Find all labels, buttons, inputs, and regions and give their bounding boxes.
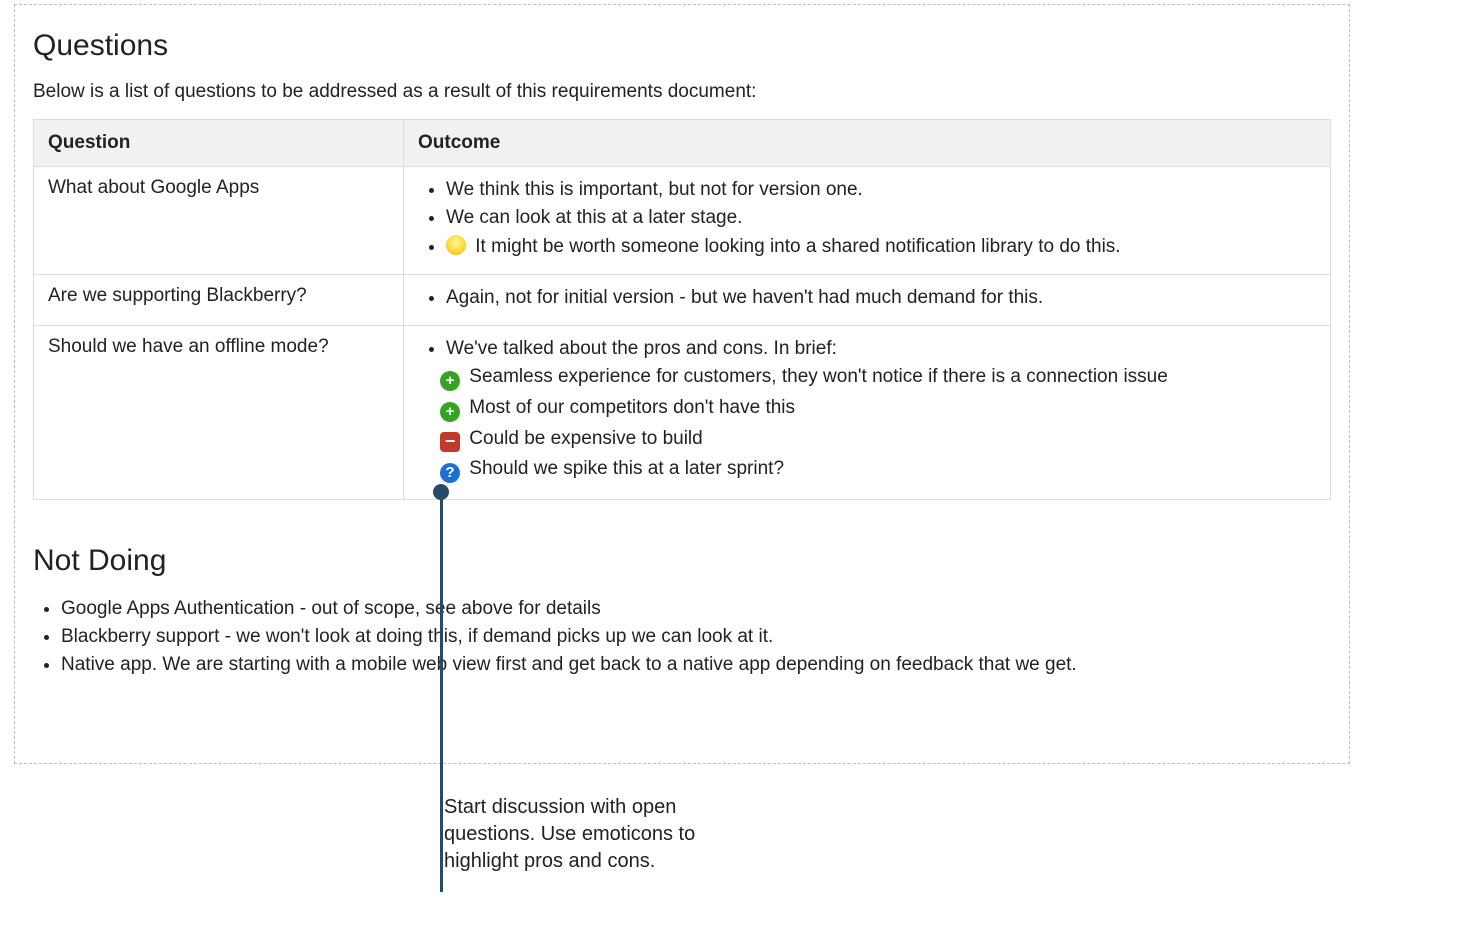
questions-heading: Questions	[33, 29, 1331, 63]
list-item: Google Apps Authentication - out of scop…	[61, 596, 1331, 624]
question-cell: Are we supporting Blackberry?	[34, 275, 404, 326]
questions-table: Question Outcome What about Google Apps …	[33, 119, 1331, 500]
minus-icon	[440, 432, 460, 452]
outcome-item: Should we spike this at a later sprint?	[440, 456, 1316, 487]
outcome-cell: We think this is important, but not for …	[404, 167, 1331, 275]
outcome-item: We can look at this at a later stage.	[446, 205, 1316, 233]
outcome-item: Seamless experience for customers, they …	[440, 364, 1316, 395]
table-row: Should we have an offline mode? We've ta…	[34, 326, 1331, 500]
document-container: Questions Below is a list of questions t…	[14, 4, 1350, 764]
outcome-item: We've talked about the pros and cons. In…	[446, 336, 1316, 364]
annotation-line	[440, 492, 443, 892]
table-row: What about Google Apps We think this is …	[34, 167, 1331, 275]
column-header-outcome: Outcome	[404, 120, 1331, 167]
outcome-item: Most of our competitors don't have this	[440, 395, 1316, 426]
question-cell: What about Google Apps	[34, 167, 404, 275]
outcome-item: It might be worth someone looking into a…	[446, 233, 1316, 262]
plus-icon	[440, 371, 460, 391]
outcome-cell: We've talked about the pros and cons. In…	[404, 326, 1331, 500]
plus-icon	[440, 402, 460, 422]
lightbulb-icon	[446, 235, 466, 255]
annotation-text: Start discussion with open questions. Us…	[444, 794, 724, 875]
questions-intro: Below is a list of questions to be addre…	[33, 81, 1331, 103]
not-doing-heading: Not Doing	[33, 544, 1331, 578]
outcome-cell: Again, not for initial version - but we …	[404, 275, 1331, 326]
table-row: Are we supporting Blackberry? Again, not…	[34, 275, 1331, 326]
list-item: Native app. We are starting with a mobil…	[61, 652, 1331, 680]
list-item: Blackberry support - we won't look at do…	[61, 624, 1331, 652]
question-icon	[440, 463, 460, 483]
outcome-item: Could be expensive to build	[440, 426, 1316, 456]
column-header-question: Question	[34, 120, 404, 167]
question-cell: Should we have an offline mode?	[34, 326, 404, 500]
not-doing-list: Google Apps Authentication - out of scop…	[61, 596, 1331, 680]
outcome-item: We think this is important, but not for …	[446, 177, 1316, 205]
outcome-item: Again, not for initial version - but we …	[446, 285, 1316, 313]
